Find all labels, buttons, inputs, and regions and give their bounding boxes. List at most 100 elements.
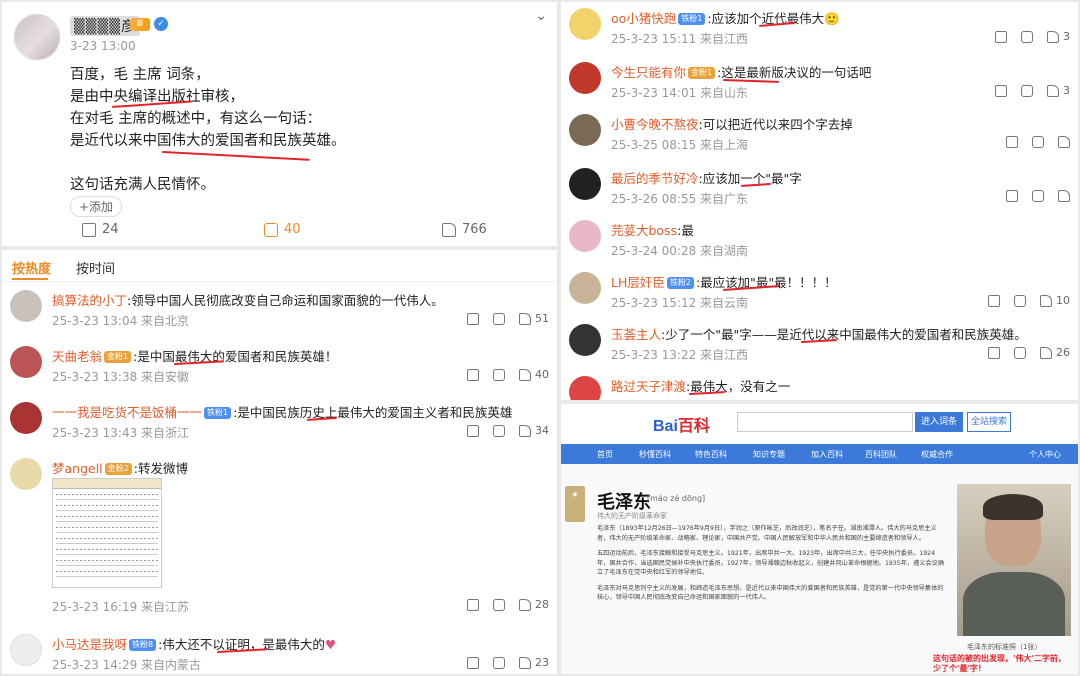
like-icon [519,312,531,325]
avatar[interactable] [569,62,601,94]
nav-item[interactable]: 特色百科 [695,449,727,460]
avatar[interactable] [569,168,601,200]
comment-icon[interactable] [1021,84,1033,97]
comment-button[interactable]: 40 [264,222,301,237]
like-button[interactable]: 28 [519,598,549,611]
like-button[interactable] [1058,136,1070,148]
comment-username[interactable]: 一一我是吃货不是饭桶一一 [52,405,202,420]
like-button[interactable]: 3 [1047,84,1070,97]
share-icon[interactable] [1006,190,1018,202]
like-button[interactable]: 51 [519,312,549,325]
comment-username[interactable]: oo小猪快跑 [611,11,676,26]
nav-item[interactable]: 权威合作 [921,449,953,460]
avatar[interactable] [10,634,42,666]
avatar[interactable] [569,376,601,400]
chevron-down-icon[interactable]: ⌄ [535,8,547,24]
post-time: 3-23 13:00 [70,39,136,53]
share-icon[interactable] [467,598,479,611]
avatar[interactable] [569,220,601,252]
entry-subtitle: 伟大的无产阶级革命家 [597,512,667,520]
like-button[interactable]: 3 [1047,30,1070,43]
search-input[interactable] [737,412,913,432]
share-icon[interactable] [995,30,1007,43]
like-button[interactable]: 40 [519,368,549,381]
share-icon[interactable] [467,368,479,381]
comment-actions: 28 [467,598,549,611]
comment-username[interactable]: 小曹今晚不熬夜 [611,117,699,132]
nav-item[interactable]: 百科团队 [865,449,897,460]
avatar[interactable] [14,14,60,60]
share-icon[interactable] [467,656,479,669]
nav-item[interactable]: 秒懂百科 [639,449,671,460]
add-tag-button[interactable]: +添加 [70,196,123,217]
like-icon [519,598,531,611]
comment-username[interactable]: 梦angell [52,461,103,476]
avatar[interactable] [569,324,601,356]
comment-icon[interactable] [1014,346,1026,359]
share-icon[interactable] [988,294,1000,307]
comment-username[interactable]: 搞算法的小丁 [52,293,127,308]
share-icon[interactable] [995,84,1007,97]
like-count: 26 [1056,346,1070,359]
share-icon[interactable] [467,424,479,437]
comment-username[interactable]: 玉荟主人 [611,327,661,342]
avatar[interactable] [10,402,42,434]
nav-item[interactable]: 加入百科 [811,449,843,460]
comment-icon[interactable] [493,312,505,325]
comment-icon[interactable] [493,598,505,611]
comment-username[interactable]: 今生只能有你 [611,65,686,80]
tab-time[interactable]: 按时间 [76,258,115,277]
like-count: 766 [462,222,487,237]
avatar[interactable] [10,346,42,378]
global-search-button[interactable]: 全站搜索 [967,412,1011,432]
post-body: 百度，毛 主席 词条， 是由中央编译出版社审核， 在对毛 主席的概述中，有这么一… [70,64,346,196]
baike-logo[interactable]: Bai百科 [653,412,710,436]
comment-meta: 25-3-24 00:28 来自湖南 [611,244,749,258]
nav-item[interactable]: 首页 [597,449,613,460]
comment-username[interactable]: 小马达是我呀 [52,637,127,652]
comment-text-line: 一一我是吃货不是饭桶一一 铁粉1:是中国民族历史上最伟大的爱国主义者和民族英雄 [52,402,512,421]
like-icon [519,368,531,381]
fan-badge: 金粉2 [104,463,132,475]
avatar[interactable] [569,8,601,40]
avatar[interactable] [10,290,42,322]
comment-icon[interactable] [493,368,505,381]
share-icon[interactable] [988,346,1000,359]
baike-nav: 首页 秒懂百科 特色百科 知识专题 加入百科 百科团队 权威合作 个人中心 [561,444,1078,464]
comment-username[interactable]: 天曲老翁 [52,349,102,364]
like-icon [519,656,531,669]
avatar[interactable] [10,458,42,490]
share-button[interactable]: 24 [82,222,119,237]
comment-icon[interactable] [493,656,505,669]
comment-icon[interactable] [1021,30,1033,43]
comment-icon[interactable] [1014,294,1026,307]
like-button[interactable]: 766 [442,222,487,237]
nav-item[interactable]: 个人中心 [1029,449,1061,460]
fan-badge: 铁粉1 [204,407,232,419]
like-button[interactable]: 34 [519,424,549,437]
comment-username[interactable]: 最后的季节好冷 [611,171,699,186]
fan-badge: 铁粉1 [678,13,706,25]
enter-entry-button[interactable]: 进入词条 [915,412,963,432]
like-button[interactable]: 26 [1040,346,1070,359]
comment-icon[interactable] [1032,136,1044,148]
comment-actions: 23 [467,656,549,669]
tab-hot[interactable]: 按热度 [12,258,51,277]
share-icon[interactable] [467,312,479,325]
like-button[interactable] [1058,190,1070,202]
comment-username[interactable]: LH层奸臣 [611,275,665,290]
like-button[interactable]: 23 [519,656,549,669]
nav-item[interactable]: 知识专题 [753,449,785,460]
document-thumbnail[interactable] [52,478,162,588]
share-icon[interactable] [1006,136,1018,148]
like-count: 40 [535,368,549,381]
like-button[interactable]: 10 [1040,294,1070,307]
portrait-image[interactable] [957,484,1071,636]
comment-username[interactable]: 芫荽大boss [611,223,677,238]
comment-icon[interactable] [1032,190,1044,202]
comment-username[interactable]: 路过天子津渡 [611,379,686,394]
avatar[interactable] [569,114,601,146]
avatar[interactable] [569,272,601,304]
comment-icon[interactable] [493,424,505,437]
comment-text-line: 小马达是我呀 铁粉8:伟大还不以证明，是最伟大的♥ [52,634,336,653]
